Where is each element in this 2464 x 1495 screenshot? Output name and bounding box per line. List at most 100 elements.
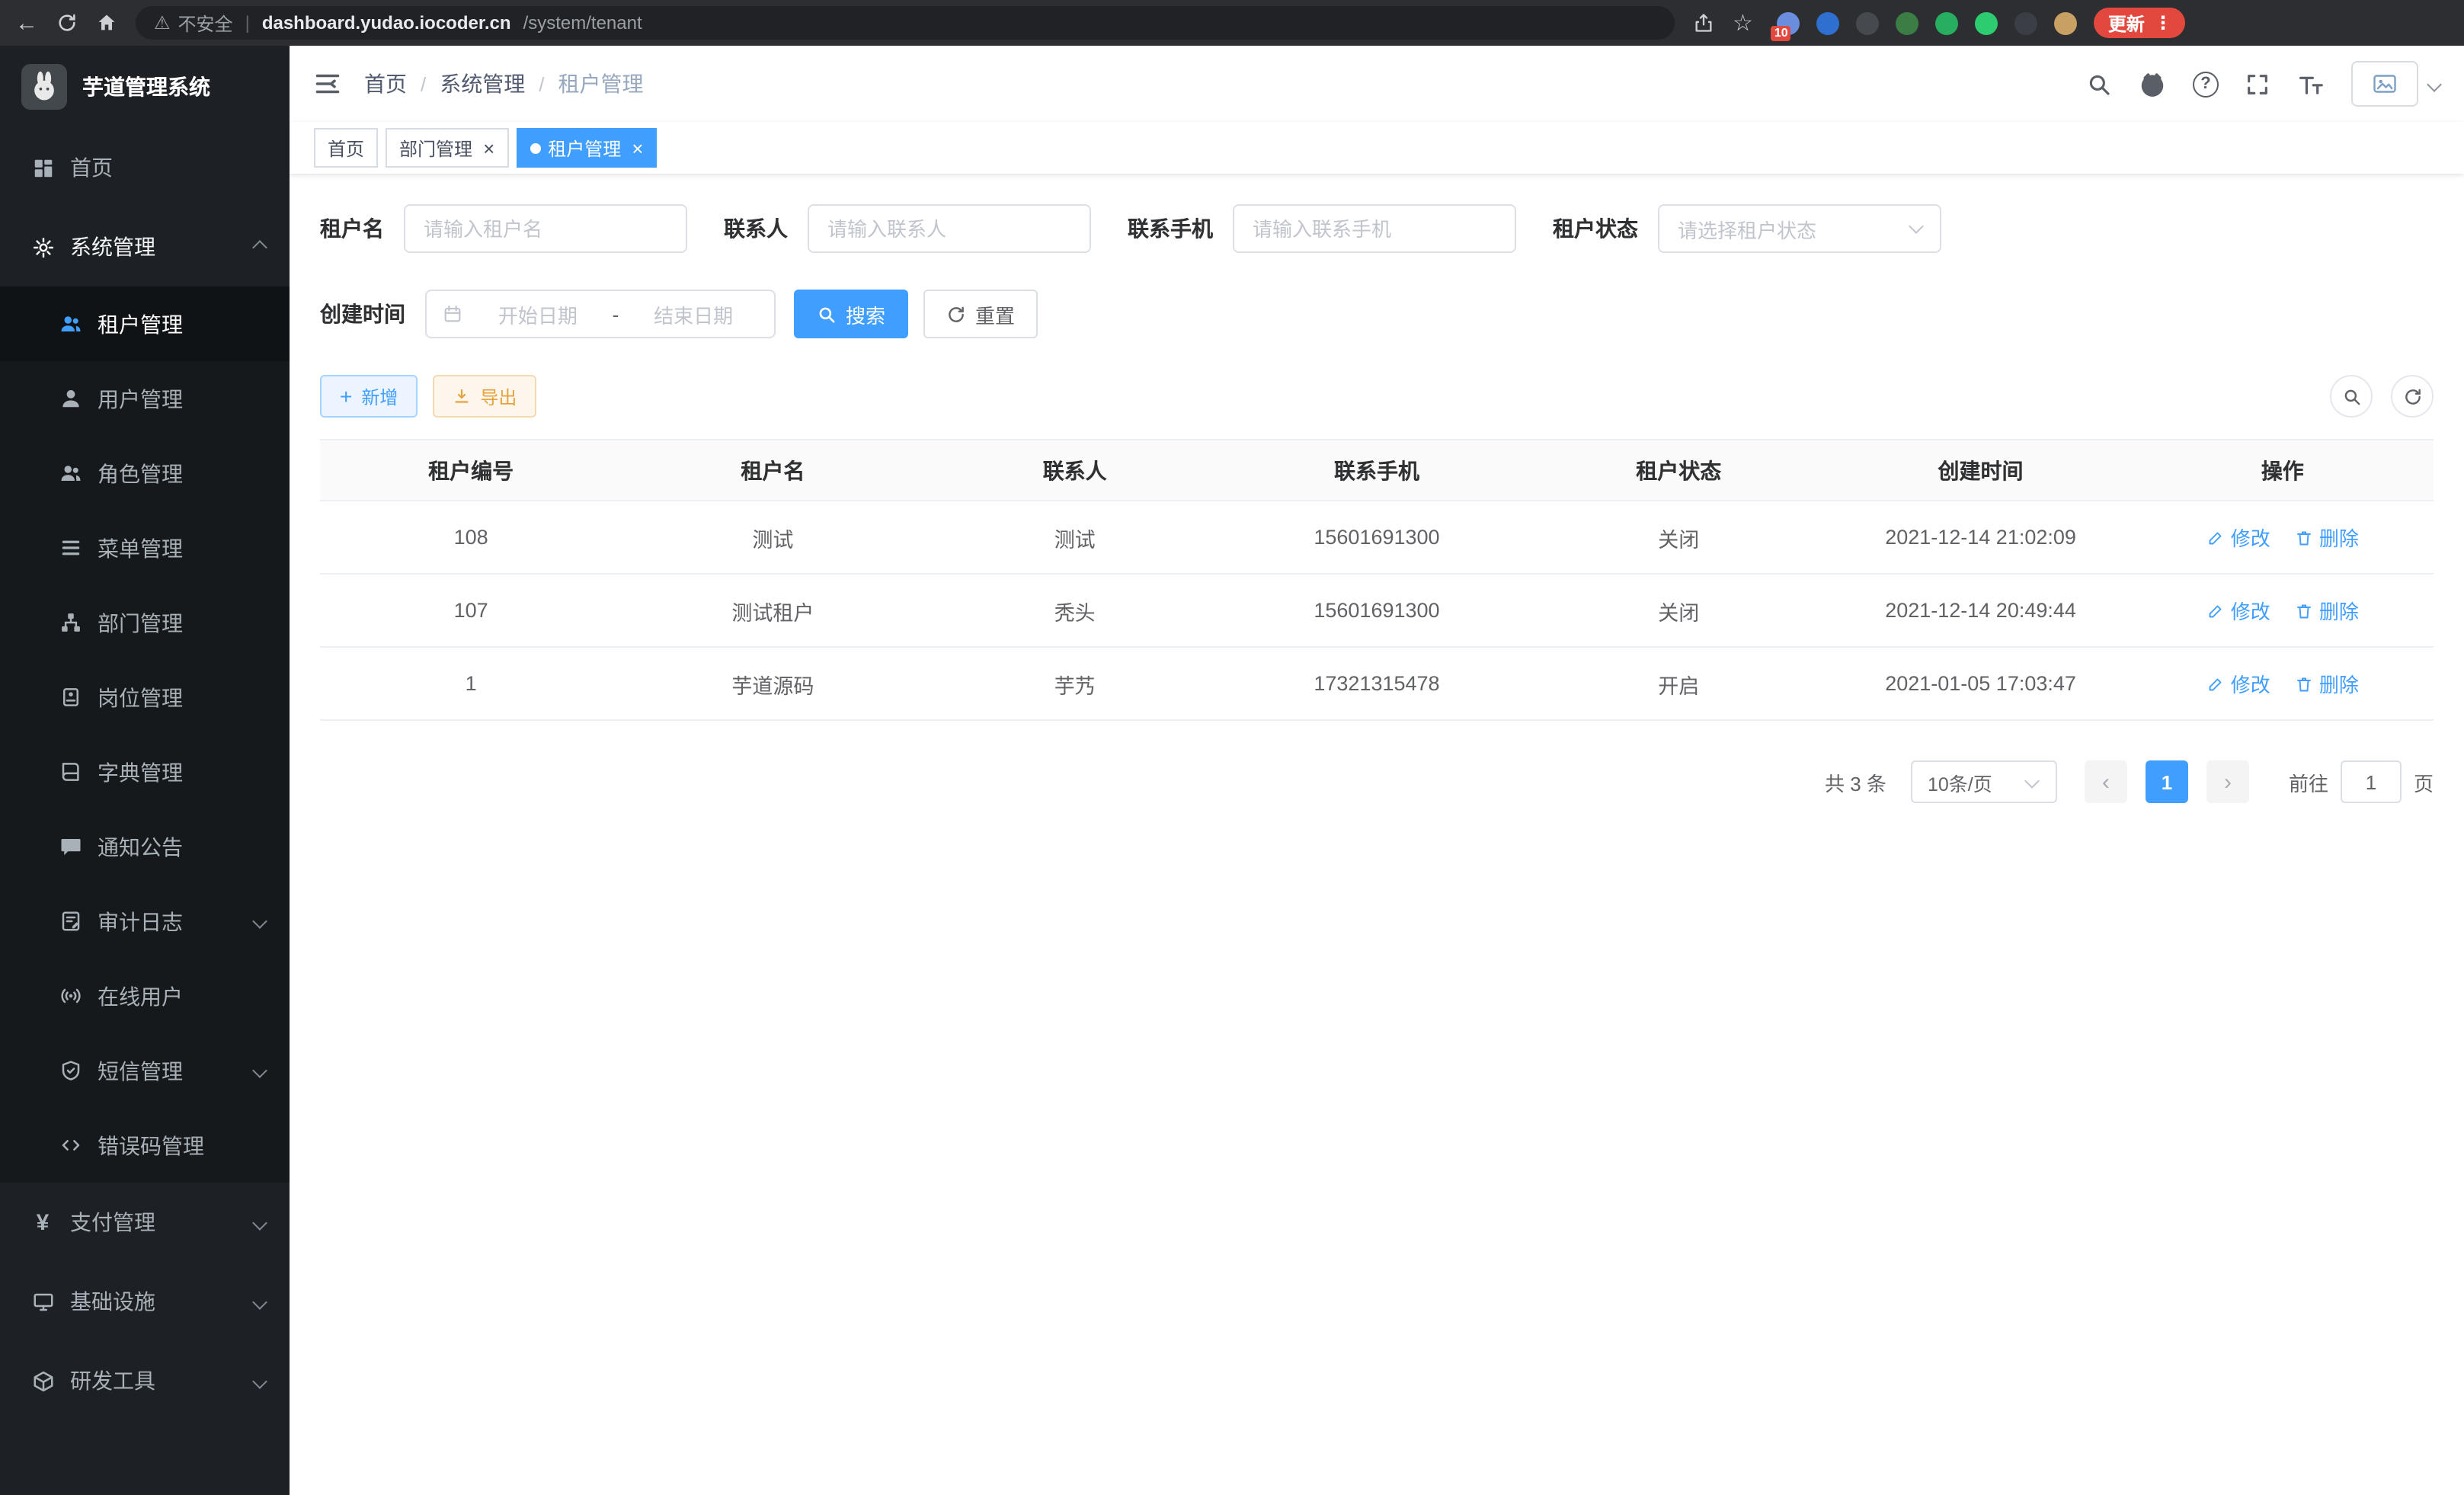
sidebar-item-infrastructure[interactable]: 基础设施 — [0, 1262, 290, 1341]
tab-dept-manage[interactable]: 部门管理 × — [386, 128, 508, 168]
extension-icon[interactable]: 10 — [1778, 11, 1800, 34]
sidebar-item-payment[interactable]: ¥ 支付管理 — [0, 1183, 290, 1262]
browser-home-icon[interactable] — [96, 12, 117, 34]
sidebar-item-label: 错误码管理 — [98, 1130, 204, 1160]
reset-button[interactable]: 重置 — [923, 290, 1038, 338]
cell-mobile: 15601691300 — [1226, 526, 1528, 549]
sidebar-item-notice[interactable]: 通知公告 — [0, 809, 290, 884]
edit-label: 修改 — [2231, 596, 2270, 625]
sidebar: 芋道管理系统 首页 系统管理 — [0, 46, 290, 1495]
tab-label: 首页 — [328, 135, 364, 161]
sidebar-item-sms[interactable]: 短信管理 — [0, 1033, 290, 1108]
goto-page-input[interactable] — [2341, 760, 2402, 803]
column-header: 操作 — [2132, 455, 2434, 485]
field-label: 联系手机 — [1128, 213, 1213, 244]
edit-link[interactable]: 修改 — [2206, 596, 2270, 625]
edit-link[interactable]: 修改 — [2206, 523, 2270, 552]
prev-page-button[interactable]: ‹ — [2085, 760, 2127, 803]
warning-icon: ⚠ — [154, 12, 171, 34]
github-icon[interactable] — [2138, 69, 2167, 98]
edit-link[interactable]: 修改 — [2206, 669, 2270, 698]
page-content: 租户名 联系人 联系手机 租户状态 请选择租户状态 — [290, 174, 2464, 1495]
date-range-picker[interactable]: 开始日期 - 结束日期 — [425, 290, 776, 338]
toolbar-right — [2330, 375, 2434, 418]
sidebar-item-dept[interactable]: 部门管理 — [0, 585, 290, 660]
sidebar-item-dev-tools[interactable]: 研发工具 — [0, 1341, 290, 1420]
delete-link[interactable]: 删除 — [2295, 523, 2359, 552]
extension-icon[interactable] — [1936, 11, 1959, 34]
sidebar-item-tenant[interactable]: 租户管理 — [0, 287, 290, 361]
toggle-search-icon[interactable] — [2330, 375, 2373, 418]
tab-tenant-manage[interactable]: 租户管理 × — [516, 128, 657, 168]
page-size-select[interactable]: 10条/页 — [1911, 760, 2057, 803]
tenant-name-input[interactable] — [404, 204, 687, 253]
menu-fold-icon[interactable] — [314, 70, 341, 98]
current-page-button[interactable]: 1 — [2146, 760, 2188, 803]
sidebar-item-user[interactable]: 用户管理 — [0, 361, 290, 436]
extensions-area: 10 更新 ⋮ — [1778, 8, 2186, 38]
address-bar[interactable]: ⚠ 不安全 | dashboard.yudao.iocoder.cn /syst… — [136, 6, 1675, 40]
breadcrumb-system[interactable]: 系统管理 — [440, 69, 525, 99]
export-button[interactable]: 导出 — [433, 375, 536, 418]
plus-icon: + — [340, 386, 352, 407]
sidebar-item-online-user[interactable]: 在线用户 — [0, 959, 290, 1033]
extension-icon[interactable] — [2055, 11, 2078, 34]
sidebar-item-role[interactable]: 角色管理 — [0, 436, 290, 511]
sidebar-item-system[interactable]: 系统管理 — [0, 207, 290, 287]
contact-input[interactable] — [808, 204, 1091, 253]
export-button-label: 导出 — [480, 383, 517, 409]
sidebar-item-audit-log[interactable]: 审计日志 — [0, 884, 290, 959]
screen: ← ⚠ 不安全 | dashboard.yudao.iocoder.cn /sy… — [0, 0, 2464, 1495]
header-search-icon[interactable] — [2086, 71, 2112, 97]
sidebar-item-menu[interactable]: 菜单管理 — [0, 511, 290, 585]
browser-menu-icon[interactable]: ⋮ — [2154, 12, 2172, 34]
sidebar-item-post[interactable]: 岗位管理 — [0, 660, 290, 735]
close-icon[interactable]: × — [483, 138, 494, 158]
cell-actions: 修改 删除 — [2132, 669, 2434, 698]
navbar-actions: ? — [2086, 61, 2440, 107]
cell-status: 关闭 — [1528, 522, 1829, 552]
sidebar-item-dict[interactable]: 字典管理 — [0, 735, 290, 809]
user-avatar-menu[interactable] — [2351, 61, 2440, 107]
font-size-icon[interactable] — [2296, 69, 2325, 98]
help-icon[interactable]: ? — [2193, 71, 2219, 97]
search-button[interactable]: 搜索 — [794, 290, 908, 338]
extension-icon[interactable] — [1896, 11, 1919, 34]
status-select[interactable]: 请选择租户状态 — [1658, 204, 1941, 253]
extension-icon[interactable] — [1976, 11, 1998, 34]
add-button[interactable]: + 新增 — [320, 375, 418, 418]
sidebar-item-home[interactable]: 首页 — [0, 128, 290, 207]
close-icon[interactable]: × — [632, 138, 643, 158]
share-icon[interactable] — [1693, 12, 1714, 34]
chevron-down-icon — [2024, 773, 2040, 789]
extension-icon[interactable] — [2015, 11, 2038, 34]
sidebar-item-label: 部门管理 — [98, 607, 183, 638]
next-page-button[interactable]: › — [2206, 760, 2249, 803]
security-warning[interactable]: ⚠ 不安全 — [154, 10, 233, 36]
browser-update-button[interactable]: 更新 ⋮ — [2094, 8, 2186, 38]
fullscreen-icon[interactable] — [2245, 71, 2270, 97]
logo-image — [21, 64, 67, 110]
browser-chrome: ← ⚠ 不安全 | dashboard.yudao.iocoder.cn /sy… — [0, 0, 2464, 46]
tab-home[interactable]: 首页 — [314, 128, 378, 168]
mobile-input[interactable] — [1233, 204, 1516, 253]
message-icon — [58, 834, 82, 859]
edit-label: 修改 — [2231, 523, 2270, 552]
start-date-placeholder[interactable]: 开始日期 — [472, 299, 603, 328]
extension-icon[interactable] — [1817, 11, 1840, 34]
browser-back-icon[interactable]: ← — [15, 11, 38, 34]
delete-link[interactable]: 删除 — [2295, 596, 2359, 625]
end-date-placeholder[interactable]: 结束日期 — [628, 299, 759, 328]
browser-reload-icon[interactable] — [56, 12, 78, 34]
refresh-icon[interactable] — [2391, 375, 2434, 418]
column-header: 租户状态 — [1528, 455, 1829, 485]
cell-tenant-name: 测试租户 — [622, 595, 923, 626]
cell-contact: 秃头 — [924, 595, 1226, 626]
chevron-down-icon — [252, 1063, 267, 1078]
breadcrumb-home[interactable]: 首页 — [364, 69, 407, 99]
logo-row[interactable]: 芋道管理系统 — [0, 46, 290, 128]
bookmark-star-icon[interactable]: ☆ — [1733, 11, 1753, 34]
extension-icon[interactable] — [1857, 11, 1880, 34]
sidebar-item-error-code[interactable]: 错误码管理 — [0, 1108, 290, 1183]
delete-link[interactable]: 删除 — [2295, 669, 2359, 698]
